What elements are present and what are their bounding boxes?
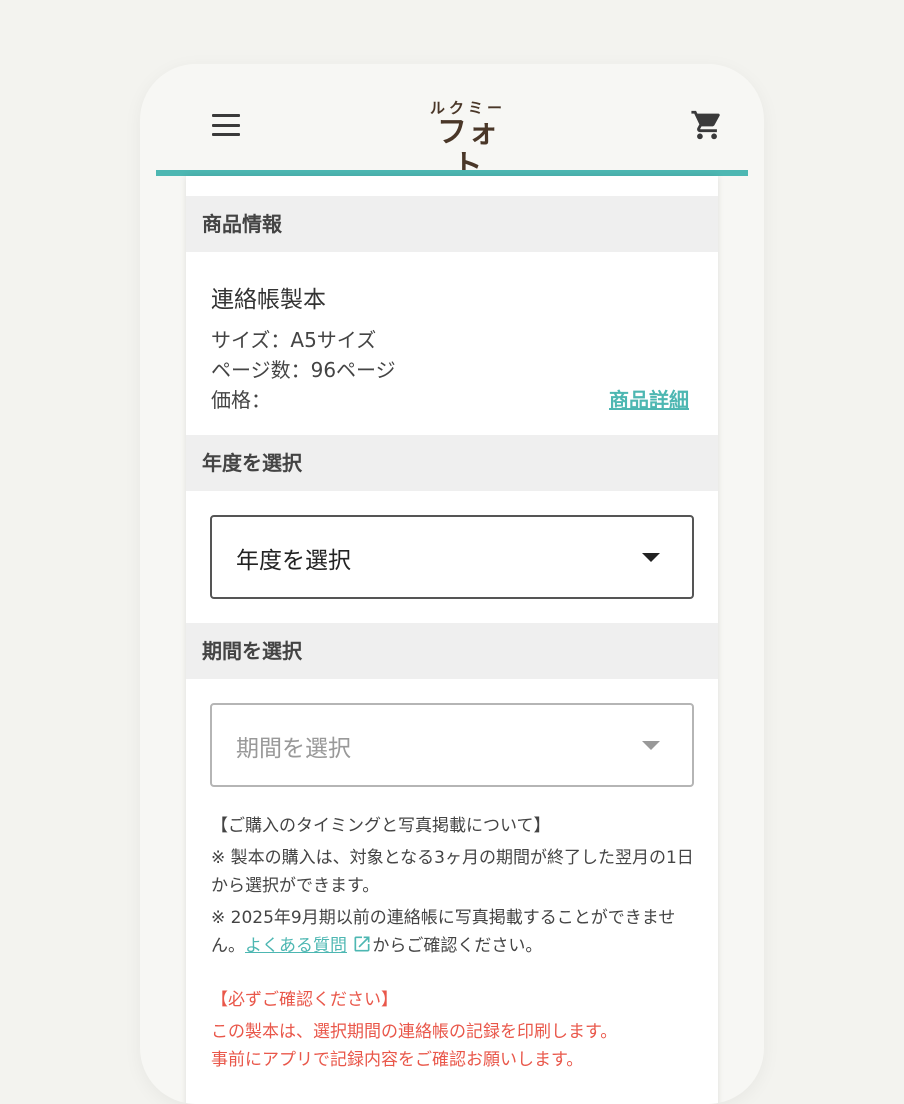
notes-title: 【ご購入のタイミングと写真掲載について】	[211, 816, 551, 836]
product-pages: ページ数：96ページ	[211, 358, 396, 382]
year-select-heading: 年度を選択	[186, 435, 718, 491]
chevron-down-icon	[642, 741, 660, 750]
notes-line-1: ※ 製本の購入は、対象となる3ヶ月の期間が終了した翌月の1日から選択ができます。	[211, 848, 694, 896]
product-detail-link[interactable]: 商品詳細	[609, 384, 689, 413]
notes-line-2-suffix: からご確認ください。	[372, 936, 543, 956]
chevron-down-icon	[642, 553, 660, 562]
shopping-cart-icon[interactable]	[690, 108, 724, 142]
period-select-value: 期間を選択	[236, 736, 351, 762]
product-size: サイズ：A5サイズ	[211, 328, 377, 352]
product-info-heading: 商品情報	[186, 196, 718, 252]
warning-title: 【必ずご確認ください】	[211, 990, 398, 1010]
faq-link[interactable]: よくある質問	[245, 936, 347, 956]
product-price: 価格：	[211, 388, 271, 412]
year-select-value: 年度を選択	[236, 548, 351, 574]
app-header: ルクミー フォト	[156, 64, 748, 184]
year-select[interactable]: 年度を選択	[210, 515, 694, 599]
external-link-icon[interactable]	[352, 934, 372, 954]
warning-line-2: 事前にアプリで記録内容をご確認お願いします。	[211, 1050, 584, 1070]
phone-frame: ルクミー フォト 商品情報 連絡帳製本 サイズ：A5サイズ ページ数：96ページ…	[140, 64, 764, 1104]
hamburger-menu-icon[interactable]	[212, 114, 240, 136]
period-select[interactable]: 期間を選択	[210, 703, 694, 787]
order-form-card: 商品情報 連絡帳製本 サイズ：A5サイズ ページ数：96ページ 価格： 商品詳細…	[186, 176, 718, 1104]
period-select-heading: 期間を選択	[186, 623, 718, 679]
logo-small-text: ルクミー	[429, 99, 506, 117]
warning-line-1: この製本は、選択期間の連絡帳の記録を印刷します。	[211, 1022, 618, 1042]
product-name: 連絡帳製本	[211, 287, 326, 313]
notes-line-2: ※ 2025年9月期以前の連絡帳に写真掲載することができません。よくある質問 か…	[211, 904, 695, 960]
